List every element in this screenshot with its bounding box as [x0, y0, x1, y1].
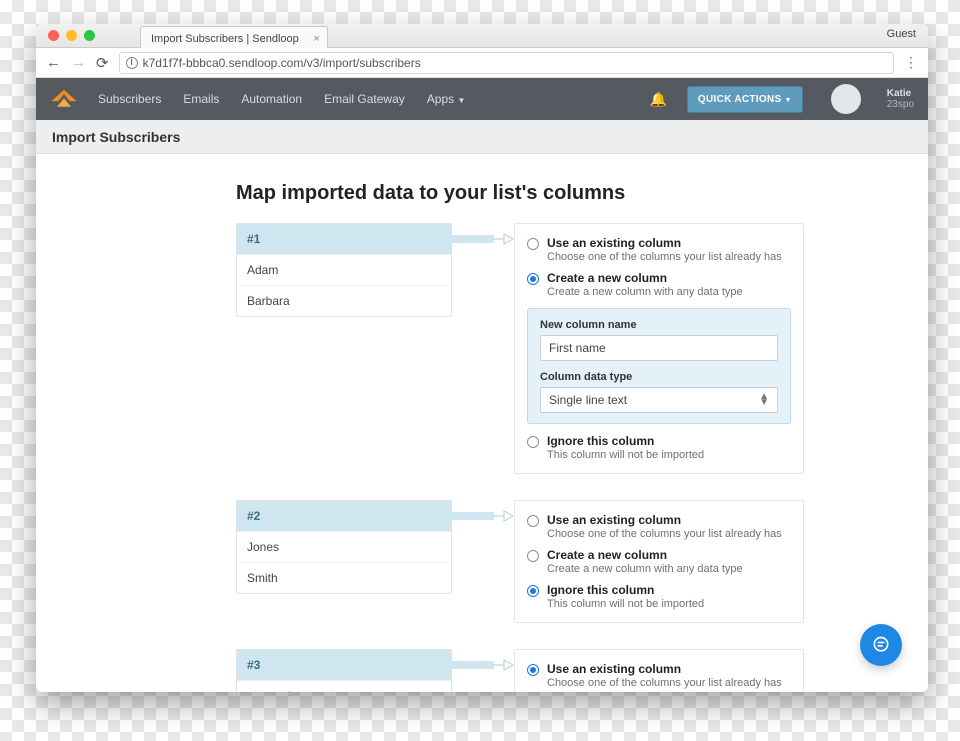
radio-icon — [527, 515, 539, 527]
page-title-bar: Import Subscribers — [36, 120, 928, 154]
back-button[interactable]: ← — [46, 54, 61, 71]
address-bar: ← → ⟳ i k7d1f7f-bbbca0.sendloop.com/v3/i… — [36, 48, 928, 78]
sample-cell: Barbara — [237, 285, 451, 316]
option-use-existing[interactable]: Use an existing column Choose one of the… — [527, 658, 791, 692]
close-window-button[interactable] — [48, 30, 59, 41]
mapping-pointer-icon — [452, 500, 514, 525]
mapping-options: Use an existing column Choose one of the… — [514, 223, 804, 474]
column-id: #2 — [237, 501, 451, 531]
source-column: #1 Adam Barbara — [236, 223, 452, 317]
app-logo[interactable] — [50, 88, 78, 110]
quick-actions-button[interactable]: QUICK ACTIONS ▼ — [687, 86, 803, 113]
minimize-window-button[interactable] — [66, 30, 77, 41]
nav-subscribers[interactable]: Subscribers — [98, 92, 161, 106]
option-ignore[interactable]: Ignore this column This column will not … — [527, 430, 791, 465]
nav-emails[interactable]: Emails — [183, 92, 219, 106]
url-text: k7d1f7f-bbbca0.sendloop.com/v3/import/su… — [143, 56, 421, 70]
nav-automation[interactable]: Automation — [241, 92, 302, 106]
new-column-name-input[interactable] — [540, 335, 778, 361]
page-title: Import Subscribers — [52, 129, 180, 145]
caret-down-icon: ▼ — [457, 96, 465, 105]
mapping-options: Use an existing column Choose one of the… — [514, 649, 804, 692]
option-use-existing[interactable]: Use an existing column Choose one of the… — [527, 232, 791, 267]
column-id: #1 — [237, 224, 451, 254]
radio-icon — [527, 550, 539, 562]
nav-apps[interactable]: Apps ▼ — [427, 92, 466, 106]
url-input[interactable]: i k7d1f7f-bbbca0.sendloop.com/v3/import/… — [119, 52, 894, 74]
radio-icon — [527, 273, 539, 285]
option-ignore[interactable]: Ignore this column This column will not … — [527, 579, 791, 614]
column-type-label: Column data type — [540, 371, 778, 383]
mapping-pointer-icon — [452, 223, 514, 248]
radio-icon — [527, 238, 539, 250]
sample-cell: Adam — [237, 254, 451, 285]
main-nav: Subscribers Emails Automation Email Gate… — [98, 92, 465, 106]
mapping-options: Use an existing column Choose one of the… — [514, 500, 804, 623]
new-column-name-label: New column name — [540, 319, 778, 331]
forward-button[interactable]: → — [71, 54, 86, 71]
main-heading: Map imported data to your list's columns — [236, 182, 888, 205]
tab-title: Import Subscribers | Sendloop — [151, 33, 299, 45]
column-id: #3 — [237, 650, 451, 680]
caret-down-icon: ▼ — [785, 97, 792, 104]
source-column: #3 ajones@example.com — [236, 649, 452, 692]
site-info-icon[interactable]: i — [126, 57, 138, 69]
column-type-select[interactable]: Single line text ▲▼ — [540, 387, 778, 413]
mapping-row: #1 Adam Barbara Use an existing column C… — [236, 223, 888, 474]
close-tab-icon[interactable]: × — [313, 33, 319, 45]
reload-button[interactable]: ⟳ — [96, 54, 109, 72]
profile-label[interactable]: Guest — [887, 28, 916, 40]
browser-menu-button[interactable]: ⋮ — [904, 54, 918, 71]
notifications-icon[interactable]: 🔔 — [649, 91, 666, 108]
create-column-form: New column name Column data type Single … — [527, 308, 791, 424]
user-meta: Katie 23spo — [887, 88, 914, 110]
maximize-window-button[interactable] — [84, 30, 95, 41]
sample-cell: Jones — [237, 531, 451, 562]
source-column: #2 Jones Smith — [236, 500, 452, 594]
option-create-new[interactable]: Create a new column Create a new column … — [527, 544, 791, 579]
browser-tab[interactable]: Import Subscribers | Sendloop × — [140, 26, 328, 48]
mapping-pointer-icon — [452, 649, 514, 674]
select-value: Single line text — [549, 393, 627, 407]
user-name: Katie — [887, 88, 914, 99]
chat-fab[interactable] — [860, 624, 902, 666]
avatar[interactable] — [831, 84, 861, 114]
nav-email-gateway[interactable]: Email Gateway — [324, 92, 405, 106]
user-sub: 23spo — [887, 99, 914, 110]
option-use-existing[interactable]: Use an existing column Choose one of the… — [527, 509, 791, 544]
main-content: Map imported data to your list's columns… — [36, 154, 928, 692]
sample-cell: Smith — [237, 562, 451, 593]
option-create-new[interactable]: Create a new column Create a new column … — [527, 267, 791, 302]
browser-titlebar: Import Subscribers | Sendloop × Guest — [36, 24, 928, 48]
radio-icon — [527, 436, 539, 448]
mapping-row: #2 Jones Smith Use an existing column Ch… — [236, 500, 888, 623]
sample-cell: ajones@example.com — [237, 680, 451, 692]
select-chevrons-icon: ▲▼ — [759, 394, 769, 406]
browser-window: Import Subscribers | Sendloop × Guest ← … — [36, 24, 928, 692]
app-header: Subscribers Emails Automation Email Gate… — [36, 78, 928, 120]
mapping-row: #3 ajones@example.com Use an existing co… — [236, 649, 888, 692]
radio-icon — [527, 664, 539, 676]
window-controls — [36, 30, 105, 47]
radio-icon — [527, 585, 539, 597]
